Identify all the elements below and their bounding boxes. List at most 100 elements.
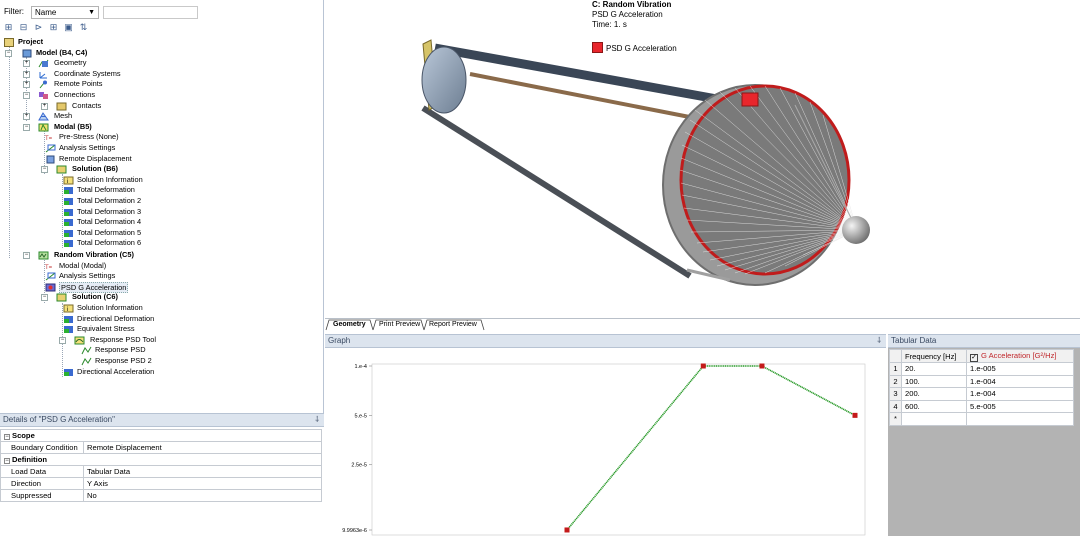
response-psd-icon bbox=[81, 346, 92, 355]
checkbox-checked-icon[interactable]: ✓ bbox=[970, 354, 978, 362]
result-icon bbox=[63, 218, 74, 227]
table-row[interactable]: 4 600. 5.e-005 bbox=[889, 399, 1074, 413]
collapse-icon[interactable]: − bbox=[41, 294, 48, 302]
direction-value[interactable]: Y Axis bbox=[83, 477, 322, 490]
filter-search-input[interactable] bbox=[103, 6, 198, 19]
expand-all-icon[interactable]: ⊞ bbox=[4, 22, 13, 32]
details-row-suppressed[interactable]: Suppressed No bbox=[0, 489, 322, 502]
tree-toolbar: ⊞ ⊟ ⊳ ⊞ ▣ ⇅ bbox=[4, 22, 88, 35]
tabular-data-pane: Tabular Data Frequency [Hz] ✓ G Accelerat… bbox=[888, 334, 1080, 536]
g-acceleration-header[interactable]: ✓ G Acceleration [G²/Hz] bbox=[966, 349, 1074, 363]
plot-area bbox=[371, 363, 866, 536]
graphics-viewport[interactable]: C: Random Vibration PSD G Acceleration T… bbox=[325, 0, 1080, 318]
response-psd-icon bbox=[81, 357, 92, 366]
data-point[interactable] bbox=[759, 363, 765, 369]
analysis-settings-icon bbox=[45, 144, 56, 153]
result-icon bbox=[63, 208, 74, 217]
pin-icon[interactable]: ⸸ bbox=[877, 335, 881, 347]
tab-print-preview[interactable]: Print Preview bbox=[376, 319, 423, 330]
folder-icon[interactable]: ▣ bbox=[64, 22, 73, 32]
project-icon bbox=[4, 38, 15, 47]
connections-icon bbox=[38, 91, 49, 100]
tabular-header: Tabular Data bbox=[888, 334, 1080, 348]
suppressed-value[interactable]: No bbox=[83, 489, 322, 502]
details-pane: Details of "PSD G Acceleration" ⸸ − Scope… bbox=[0, 413, 324, 536]
y-tick-label: 1.e-4 bbox=[354, 364, 367, 370]
collapse-icon[interactable]: − bbox=[41, 166, 48, 174]
table-row[interactable]: 3 200. 1.e-004 bbox=[889, 387, 1074, 401]
collapse-icon[interactable]: − bbox=[59, 336, 66, 344]
tab-geometry[interactable]: Geometry bbox=[330, 319, 369, 330]
frequency-cell[interactable]: 100. bbox=[901, 374, 967, 388]
data-point[interactable] bbox=[564, 527, 570, 533]
details-group-scope[interactable]: − Scope bbox=[0, 429, 322, 442]
viewport-legend: PSD G Acceleration bbox=[592, 42, 677, 55]
tree-filter-icon[interactable]: ⊳ bbox=[34, 22, 43, 32]
g-acceleration-cell[interactable]: 5.e-005 bbox=[966, 399, 1074, 413]
details-row-direction[interactable]: Direction Y Axis bbox=[0, 477, 322, 490]
legend-label: PSD G Acceleration bbox=[606, 44, 677, 53]
collapse-icon[interactable]: − bbox=[23, 252, 30, 259]
table-row[interactable]: 2 100. 1.e-004 bbox=[889, 374, 1074, 388]
details-header: Details of "PSD G Acceleration" ⸸ bbox=[0, 413, 324, 427]
collapse-icon[interactable]: − bbox=[23, 123, 30, 131]
graph-title: Graph bbox=[328, 336, 351, 345]
pin-icon[interactable]: ⸸ bbox=[315, 414, 319, 426]
boundary-condition-value[interactable]: Remote Displacement bbox=[83, 441, 322, 454]
frequency-cell[interactable]: 600. bbox=[901, 399, 967, 413]
time-label: Time: 1. s bbox=[592, 20, 627, 29]
tabular-table: Frequency [Hz] ✓ G Acceleration [G²/Hz] 1… bbox=[889, 349, 1074, 426]
g-acceleration-cell[interactable]: 1.e-005 bbox=[966, 362, 1074, 376]
expand-icon[interactable]: + bbox=[23, 81, 30, 89]
frequency-header[interactable]: Frequency [Hz] bbox=[901, 349, 967, 363]
expand-icon[interactable]: + bbox=[23, 70, 30, 78]
details-row-load-data[interactable]: Load Data Tabular Data bbox=[0, 465, 322, 478]
tab-report-preview[interactable]: Report Preview bbox=[426, 319, 480, 330]
g-acceleration-cell[interactable]: 1.e-004 bbox=[966, 387, 1074, 401]
svg-text:i: i bbox=[67, 307, 68, 313]
table-row[interactable]: 1 20. 1.e-005 bbox=[889, 362, 1074, 376]
svg-text:i: i bbox=[67, 179, 68, 185]
new-g-acceleration-cell[interactable] bbox=[966, 412, 1074, 426]
collapse-icon[interactable]: − bbox=[5, 49, 12, 57]
remote-displacement-icon bbox=[45, 155, 56, 164]
details-group-definition[interactable]: − Definition bbox=[0, 453, 322, 466]
filter-type-value: Name bbox=[35, 8, 57, 17]
coordinate-systems-icon bbox=[38, 70, 49, 79]
g-acceleration-cell[interactable]: 1.e-004 bbox=[966, 374, 1074, 388]
expand-icon[interactable]: + bbox=[23, 113, 30, 121]
data-point[interactable] bbox=[852, 412, 858, 418]
frequency-cell[interactable]: 200. bbox=[901, 387, 967, 401]
details-table: − Scope Boundary Condition Remote Displac… bbox=[0, 429, 322, 502]
new-frequency-cell[interactable] bbox=[901, 412, 967, 426]
expand-node-icon[interactable]: ⊞ bbox=[49, 22, 58, 32]
model-icon bbox=[22, 49, 33, 58]
sort-icon[interactable]: ⇅ bbox=[79, 22, 88, 32]
y-tick-label: 5.e-5 bbox=[354, 413, 367, 419]
result-icon bbox=[63, 325, 74, 334]
details-row-boundary-condition[interactable]: Boundary Condition Remote Displacement bbox=[0, 441, 322, 454]
outline-pane: Filter: Name ▼ ⊞ ⊟ ⊳ ⊞ ▣ ⇅ Project − Mod… bbox=[0, 0, 324, 536]
table-new-row[interactable]: * bbox=[889, 412, 1074, 426]
collapse-icon[interactable]: − bbox=[4, 457, 10, 464]
collapse-icon[interactable]: ⊟ bbox=[19, 22, 28, 32]
response-psd-tool-icon bbox=[74, 336, 85, 345]
row-number-header bbox=[889, 349, 902, 363]
expand-icon[interactable]: + bbox=[23, 60, 30, 68]
psd-chart: 1.e-4 5.e-5 2.5e-5 9.9963e-6 bbox=[342, 363, 866, 536]
load-data-value[interactable]: Tabular Data bbox=[83, 465, 322, 478]
modal-link-icon: T= bbox=[45, 262, 56, 271]
expand-icon[interactable]: + bbox=[41, 102, 48, 110]
graph-header: Graph ⸸ bbox=[325, 334, 886, 348]
frequency-cell[interactable]: 20. bbox=[901, 362, 967, 376]
graph-pane: Graph ⸸ 1.e-4 5.e-5 2.5e-5 9.9963e-6 bbox=[325, 334, 886, 536]
collapse-icon[interactable]: − bbox=[4, 433, 10, 440]
result-icon bbox=[63, 315, 74, 324]
mesh-icon bbox=[38, 112, 49, 121]
remote-points-icon bbox=[38, 80, 49, 89]
solution-icon bbox=[56, 165, 67, 174]
collapse-icon[interactable]: − bbox=[23, 92, 30, 99]
filter-type-dropdown[interactable]: Name ▼ bbox=[31, 6, 99, 19]
data-point[interactable] bbox=[700, 363, 706, 369]
solution-information-icon: i bbox=[63, 176, 74, 185]
